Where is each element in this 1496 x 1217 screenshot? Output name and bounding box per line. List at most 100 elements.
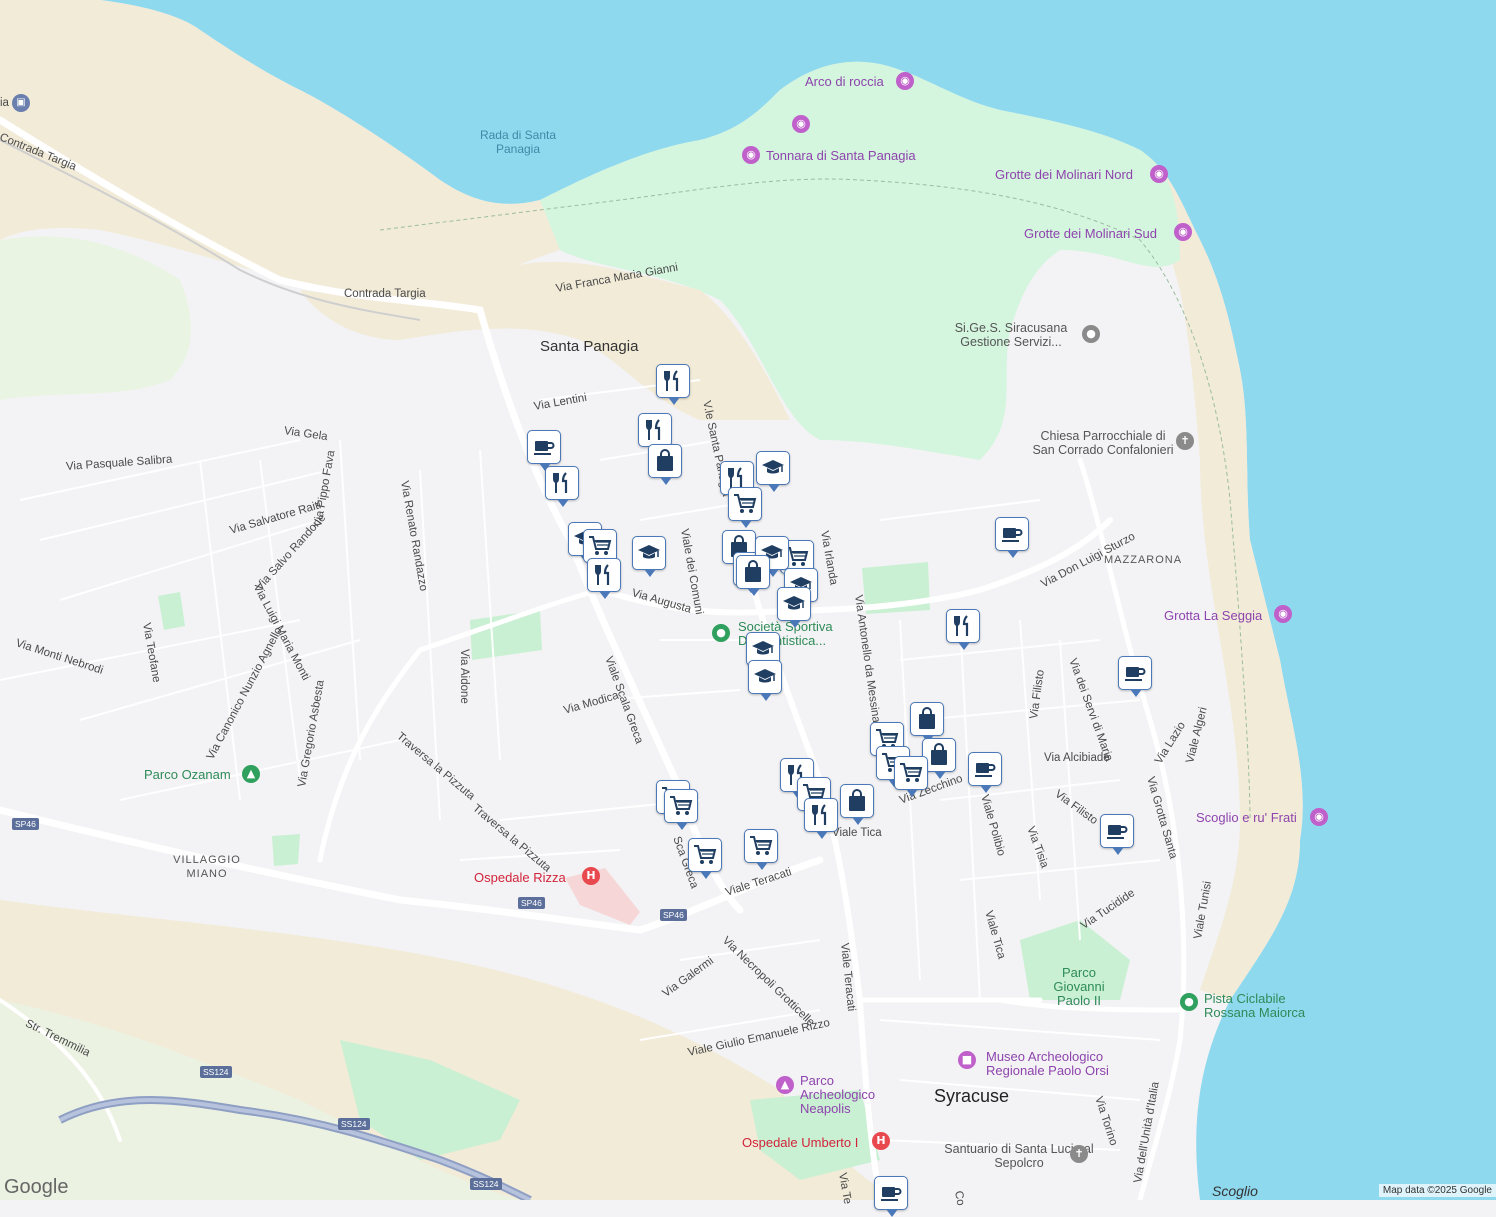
map-attribution[interactable]: Map data ©2025 Google	[1379, 1184, 1496, 1197]
camera-icon: ◉	[1174, 223, 1192, 241]
google-logo: Google	[4, 1176, 69, 1199]
road-label-alcibiade: Via Alcibiade	[1044, 751, 1110, 765]
cross-icon: ✝	[1176, 432, 1194, 450]
cafe-icon	[879, 1181, 903, 1205]
area-label-syracuse: Syracuse	[934, 1089, 1009, 1103]
poi-label-parco-giovanni: Parco Giovanni Paolo II	[1042, 966, 1116, 1008]
camera-icon: ◉	[742, 146, 760, 164]
area-label-villaggio-miano: VILLAGGIO MIANO	[172, 853, 242, 881]
cafe-icon	[1123, 661, 1147, 685]
school-icon	[782, 592, 806, 616]
marker-shop[interactable]	[910, 702, 944, 736]
marker-cafe[interactable]	[968, 752, 1002, 786]
road-shield: SS124	[470, 1178, 502, 1190]
poi-label-ospedale-rizza: Ospedale Rizza	[474, 871, 566, 885]
shopping-bag-icon	[653, 449, 677, 473]
marker-cafe[interactable]	[1100, 814, 1134, 848]
marker-school[interactable]	[777, 587, 811, 621]
road-label-contrada-targia: Contrada Targia	[344, 287, 426, 301]
area-label-scoglio: Scoglio	[1212, 1184, 1258, 1198]
poi-label-parco-neapolis: Parco Archeologico Neapolis	[800, 1074, 910, 1116]
school-icon	[761, 456, 785, 480]
marker-supermarket[interactable]	[744, 829, 778, 863]
cart-icon	[693, 843, 717, 867]
poi-label-museo: Museo Archeologico Regionale Paolo Orsi	[986, 1050, 1126, 1078]
restaurant-icon	[643, 418, 667, 442]
shopping-bag-icon	[927, 743, 951, 767]
restaurant-icon	[550, 471, 574, 495]
poi-label-parco-ozanam: Parco Ozanam	[144, 768, 231, 782]
marker-shop[interactable]	[648, 444, 682, 478]
marker-restaurant[interactable]	[587, 558, 621, 592]
road-label-aidone: Via Aidone	[457, 649, 471, 704]
marker-cafe[interactable]	[995, 517, 1029, 551]
cafe-icon	[1105, 819, 1129, 843]
road-shield: SS124	[200, 1066, 232, 1078]
marker-supermarket[interactable]	[664, 789, 698, 823]
marker-restaurant[interactable]	[638, 413, 672, 447]
poi-label-sigess: Si.Ge.S. Siracusana Gestione Servizi...	[946, 321, 1076, 349]
cart-icon	[733, 492, 757, 516]
poi-label-molinari-sud: Grotte dei Molinari Sud	[1024, 227, 1157, 241]
marker-school[interactable]	[632, 536, 666, 570]
cart-icon	[749, 834, 773, 858]
gear-icon: ●	[1082, 325, 1100, 343]
restaurant-icon	[951, 614, 975, 638]
poi-label-arco-di-roccia: Arco di roccia	[805, 75, 884, 89]
camera-icon: ◉	[896, 72, 914, 90]
poi-label-chiesa: Chiesa Parrocchiale di San Corrado Confa…	[1030, 429, 1176, 457]
road-shield: SP46	[518, 897, 545, 909]
camera-icon: ◉	[1274, 605, 1292, 623]
marker-restaurant[interactable]	[656, 364, 690, 398]
hospital-icon: H	[582, 867, 600, 885]
map-canvas[interactable]: Rada di Santa Panagia Santa Panagia MAZZ…	[0, 0, 1496, 1200]
cart-icon	[669, 794, 693, 818]
marker-shop[interactable]	[840, 784, 874, 818]
cafe-icon	[1000, 522, 1024, 546]
marker-shop[interactable]	[736, 555, 770, 589]
tree-icon: ▲	[242, 765, 260, 783]
restaurant-icon	[809, 803, 833, 827]
road-shield: SP46	[12, 818, 39, 830]
road-label-co: Co	[951, 1190, 967, 1207]
marker-cafe[interactable]	[874, 1176, 908, 1210]
marker-restaurant[interactable]	[545, 466, 579, 500]
camera-icon: ◉	[1150, 165, 1168, 183]
cart-icon	[588, 534, 612, 558]
road-shield: SS124	[338, 1118, 370, 1130]
poi-label-scoglio-frati: Scoglio e ru' Frati	[1196, 811, 1297, 825]
poi-label-molinari-nord: Grotte dei Molinari Nord	[995, 168, 1133, 182]
poi-label-tonnara: Tonnara di Santa Panagia	[766, 149, 916, 163]
school-icon	[751, 637, 775, 661]
marker-school[interactable]	[756, 451, 790, 485]
marker-cafe[interactable]	[527, 430, 561, 464]
marker-cafe[interactable]	[1118, 656, 1152, 690]
bike-icon: ●	[1180, 993, 1198, 1011]
restaurant-icon	[592, 563, 616, 587]
shopping-bag-icon	[741, 560, 765, 584]
area-label-santa-panagia: Santa Panagia	[540, 340, 638, 354]
school-icon	[753, 665, 777, 689]
cafe-icon	[973, 757, 997, 781]
water-label-rada: Rada di Santa Panagia	[470, 128, 566, 156]
marker-supermarket[interactable]	[894, 756, 928, 790]
school-icon	[637, 541, 661, 565]
camera-icon: ◉	[792, 115, 810, 133]
train-icon: ▣	[12, 94, 30, 112]
marker-supermarket[interactable]	[728, 487, 762, 521]
museum-icon: ■	[958, 1051, 976, 1069]
shopping-bag-icon	[915, 707, 939, 731]
cafe-icon	[532, 435, 556, 459]
camera-icon: ◉	[1310, 808, 1328, 826]
poi-label-pista-ciclabile: Pista Ciclabile Rossana Maiorca	[1204, 992, 1324, 1020]
marker-restaurant[interactable]	[946, 609, 980, 643]
marker-supermarket[interactable]	[688, 838, 722, 872]
monument-icon: ▲	[776, 1076, 794, 1094]
shopping-bag-icon	[845, 789, 869, 813]
marker-school[interactable]	[748, 660, 782, 694]
marker-restaurant[interactable]	[804, 798, 838, 832]
map-base	[0, 0, 1496, 1200]
road-label-tica: Viale Tica	[832, 826, 882, 840]
road-label-ia: ia	[0, 96, 9, 110]
hospital-icon: H	[872, 1132, 890, 1150]
